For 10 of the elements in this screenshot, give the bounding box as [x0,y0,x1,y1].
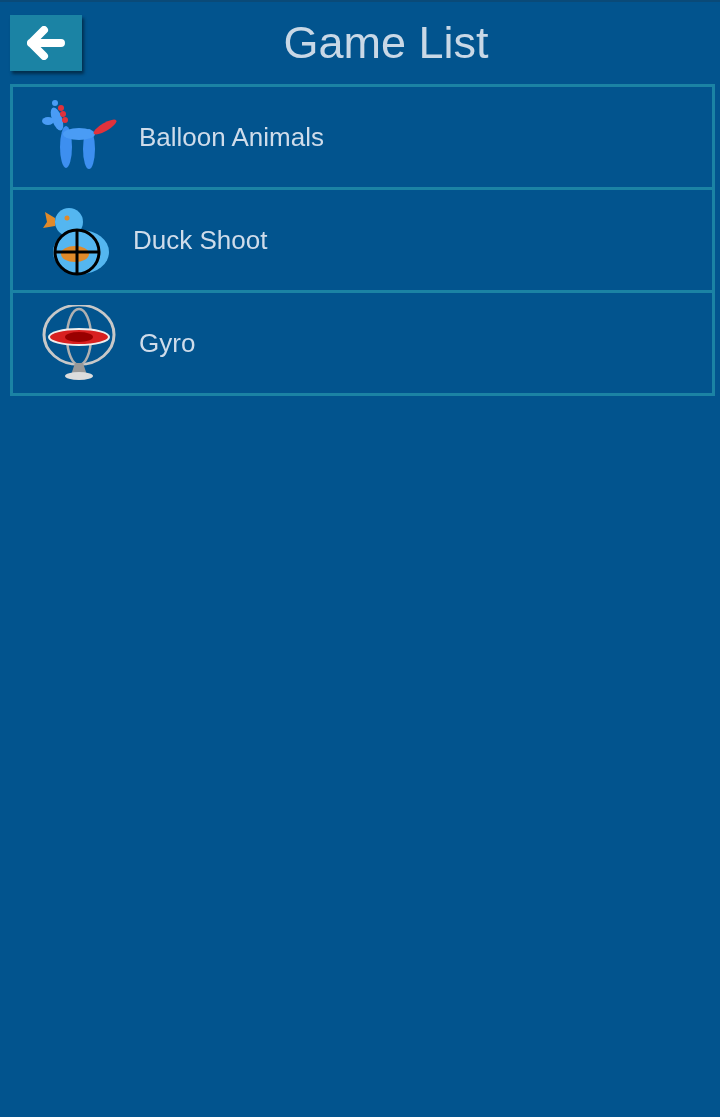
game-name: Duck Shoot [133,224,268,256]
game-list-item[interactable]: Balloon Animals [10,84,715,190]
back-arrow-icon [27,26,65,60]
game-name: Gyro [139,327,196,359]
page-title: Game List [282,17,490,69]
gyroscope-icon [41,305,117,381]
back-button[interactable] [10,15,82,71]
game-list-item[interactable]: Duck Shoot [10,187,715,293]
game-name: Balloon Animals [139,121,324,153]
game-list-item[interactable]: Gyro [10,290,715,396]
